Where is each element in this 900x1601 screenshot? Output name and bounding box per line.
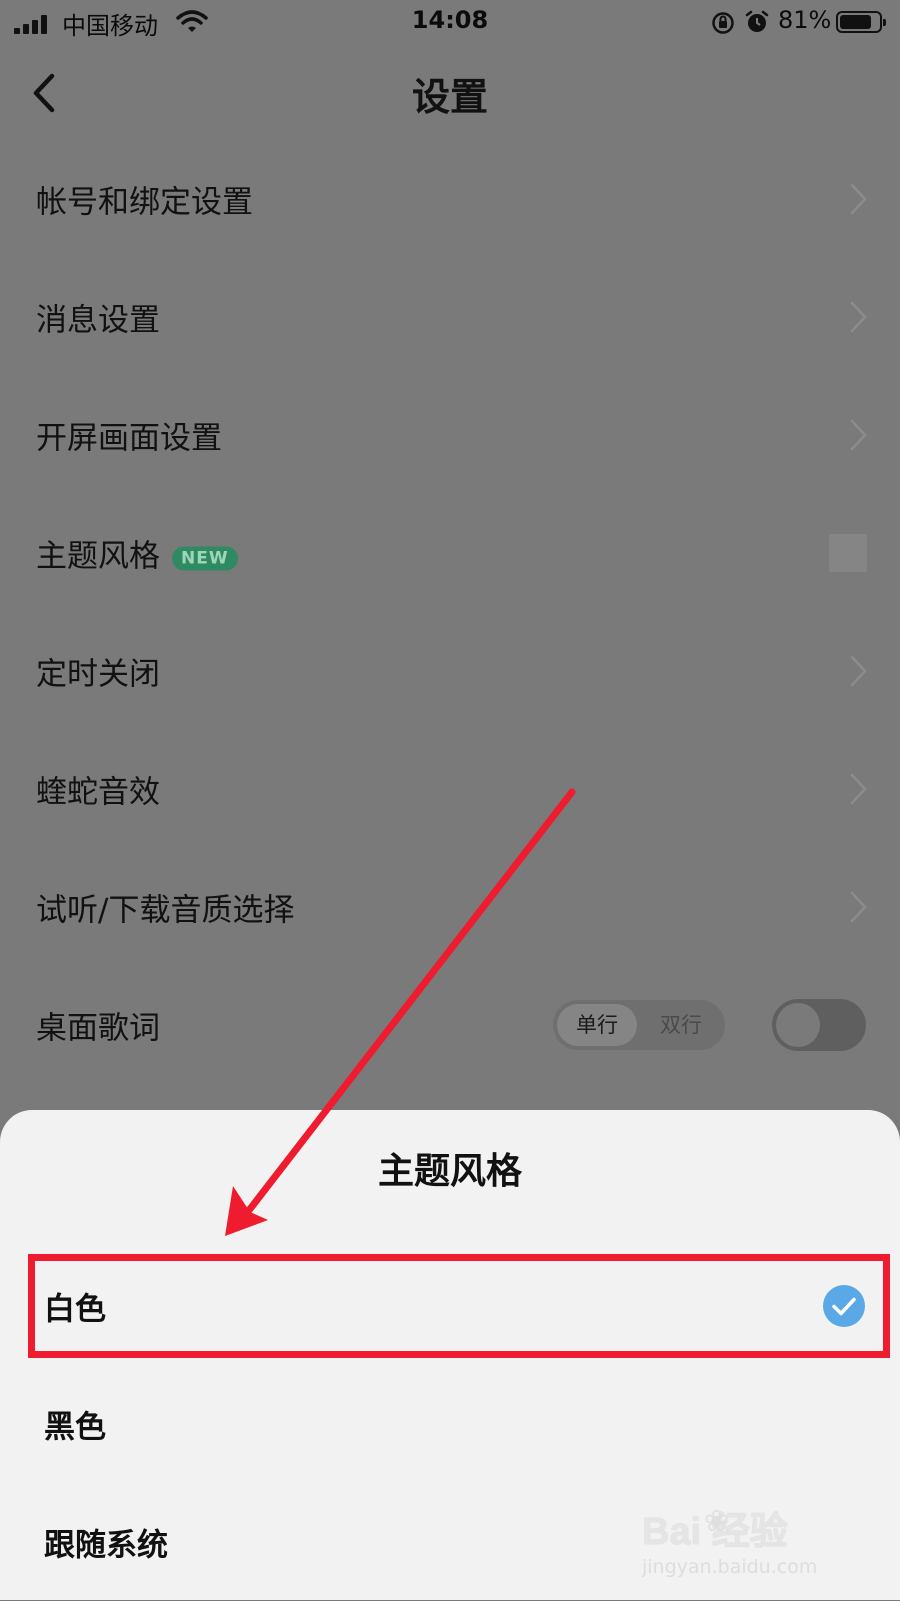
segment-double-line[interactable]: 双行 <box>641 1004 721 1046</box>
option-label: 跟随系统 <box>44 1527 168 1564</box>
chevron-right-icon <box>850 891 867 923</box>
option-label: 白色 <box>44 1291 106 1328</box>
chevron-right-icon <box>850 301 867 333</box>
settings-item-audio-quality[interactable]: 试听/下载音质选择 <box>0 848 900 966</box>
chevron-right-icon <box>850 773 867 805</box>
theme-option-black[interactable]: 黑色 <box>0 1365 900 1483</box>
watermark-url: jingyan.baidu.com <box>642 1556 818 1578</box>
theme-preview <box>829 534 867 572</box>
page-title: 设置 <box>411 75 488 119</box>
settings-item-label: 开屏画面设置 <box>36 420 222 457</box>
option-label: 黑色 <box>44 1409 106 1446</box>
theme-option-white[interactable]: 白色 <box>0 1247 900 1365</box>
battery-level <box>840 15 871 29</box>
paw-icon: ❀ <box>704 1504 730 1539</box>
chevron-right-icon <box>850 655 867 687</box>
settings-item-splash[interactable]: 开屏画面设置 <box>0 376 900 494</box>
battery-percent: 81% <box>778 6 832 34</box>
settings-item-desktop-lyrics: 桌面歌词 单行 双行 <box>0 966 900 1084</box>
segment-single-line[interactable]: 单行 <box>557 1004 637 1046</box>
rotation-lock-icon <box>712 12 734 34</box>
sheet-title: 主题风格 <box>377 1151 522 1192</box>
toggle-knob <box>776 1003 820 1047</box>
alarm-icon <box>745 10 769 32</box>
baidu-jingyan-watermark: Bai 经验 ❀ jingyan.baidu.com <box>642 1500 852 1590</box>
settings-item-label: 消息设置 <box>36 302 160 339</box>
check-icon <box>823 1285 865 1327</box>
new-badge: NEW <box>172 546 238 571</box>
settings-item-label: 主题风格 NEW <box>36 531 238 576</box>
battery-icon <box>836 11 886 33</box>
settings-item-label: 桌面歌词 <box>36 1010 160 1047</box>
settings-item-label: 试听/下载音质选择 <box>36 892 295 929</box>
chevron-right-icon <box>850 183 867 215</box>
settings-item-account[interactable]: 帐号和绑定设置 <box>0 140 900 258</box>
settings-item-sleep-timer[interactable]: 定时关闭 <box>0 612 900 730</box>
status-bar: 中国移动 14:08 81% <box>0 0 900 46</box>
settings-item-theme[interactable]: 主题风格 NEW <box>0 494 900 612</box>
desktop-lyrics-toggle[interactable] <box>772 999 866 1051</box>
settings-item-label: 帐号和绑定设置 <box>36 184 253 221</box>
lyrics-line-segment: 单行 双行 <box>553 1000 725 1050</box>
settings-item-label: 定时关闭 <box>36 656 160 693</box>
nav-bar: 设置 <box>0 46 900 136</box>
settings-item-sound-effect[interactable]: 蝰蛇音效 <box>0 730 900 848</box>
chevron-right-icon <box>850 419 867 451</box>
settings-item-messages[interactable]: 消息设置 <box>0 258 900 376</box>
settings-item-label: 蝰蛇音效 <box>36 774 160 811</box>
